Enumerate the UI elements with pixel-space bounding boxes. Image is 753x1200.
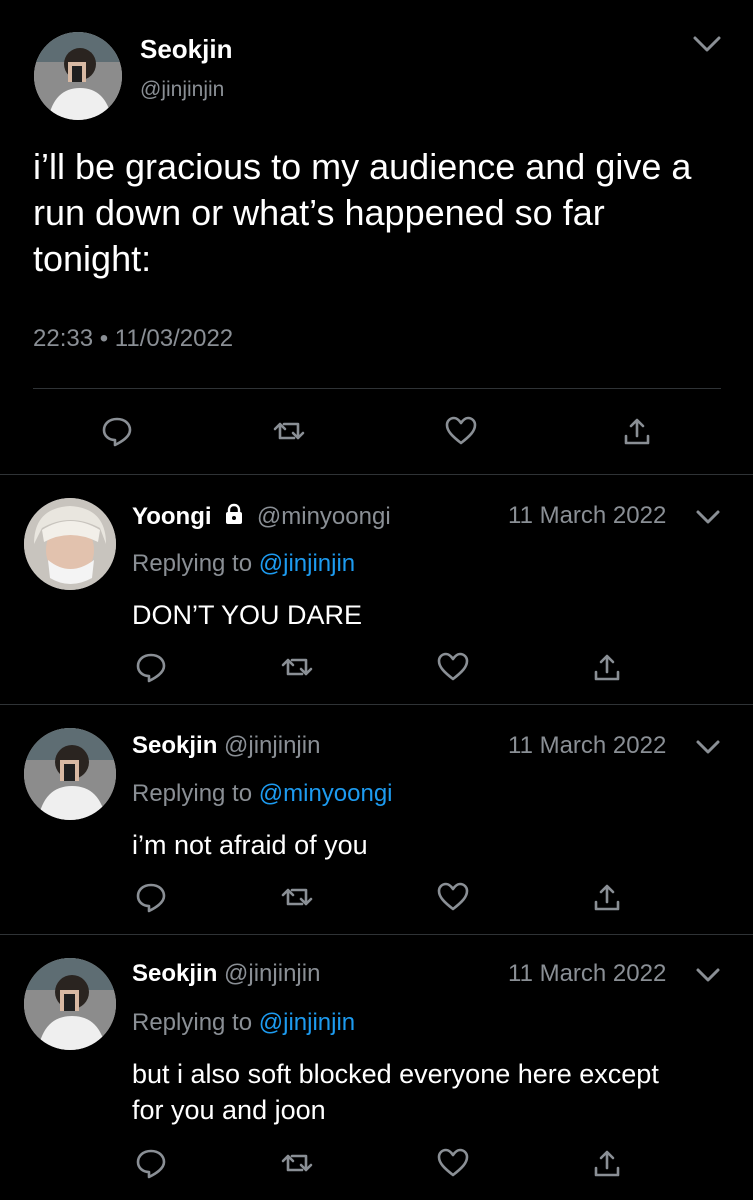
retweet-icon[interactable] [280, 880, 314, 914]
tweet-timestamp[interactable]: 22:33 • 11/03/2022 [33, 325, 233, 353]
reply-icon[interactable] [134, 880, 168, 914]
author-line: Yoongi @minyoongi [132, 502, 391, 533]
author-handle[interactable]: @minyoongi [257, 503, 391, 530]
author-handle[interactable]: @jinjinjin [224, 960, 320, 987]
tweet-date[interactable]: 11 March 2022 [508, 732, 666, 760]
author-line: Seokjin @jinjinjin [132, 732, 320, 760]
heart-icon[interactable] [436, 650, 470, 684]
author-name[interactable]: Yoongi [132, 503, 212, 530]
mention-link[interactable]: @jinjinjin [259, 1009, 355, 1036]
tweet-text: but i also soft blocked everyone here ex… [132, 1059, 659, 1125]
tweet-actions [100, 410, 660, 454]
chevron-down-icon[interactable] [695, 737, 721, 757]
tweet-date[interactable]: 11 March 2022 [508, 502, 666, 530]
lock-icon [222, 502, 246, 533]
heart-icon[interactable] [444, 414, 478, 448]
replying-prefix: Replying to [132, 1009, 253, 1036]
replying-to: Replying to @jinjinjin [132, 550, 355, 578]
retweet-icon[interactable] [280, 650, 314, 684]
replying-to: Replying to @jinjinjin [132, 1009, 355, 1037]
share-icon[interactable] [590, 880, 624, 914]
mention-link[interactable]: @jinjinjin [259, 550, 355, 577]
chevron-down-icon[interactable] [692, 32, 722, 56]
reply-icon[interactable] [100, 414, 134, 448]
retweet-icon[interactable] [280, 1146, 314, 1180]
heart-icon[interactable] [436, 880, 470, 914]
mention-link[interactable]: @minyoongi [259, 780, 393, 807]
divider [0, 704, 753, 705]
share-icon[interactable] [590, 1146, 624, 1180]
share-icon[interactable] [590, 650, 624, 684]
tweet-text: DON’T YOU DARE [132, 600, 363, 630]
retweet-icon[interactable] [272, 414, 306, 448]
divider [33, 388, 721, 389]
replying-prefix: Replying to [132, 780, 253, 807]
author-name[interactable]: Seokjin [132, 960, 217, 987]
avatar[interactable] [24, 958, 116, 1050]
author-name[interactable]: Seokjin [132, 732, 217, 759]
tweet-actions [132, 648, 632, 686]
tweet-actions [132, 878, 632, 916]
divider [0, 934, 753, 935]
author-line: Seokjin @jinjinjin [132, 960, 320, 988]
tweet-date[interactable]: 11 March 2022 [508, 960, 666, 988]
avatar[interactable] [24, 728, 116, 820]
avatar[interactable] [34, 32, 122, 120]
chevron-down-icon[interactable] [695, 507, 721, 527]
heart-icon[interactable] [436, 1146, 470, 1180]
avatar[interactable] [24, 498, 116, 590]
author-name[interactable]: Seokjin [140, 34, 232, 65]
reply-icon[interactable] [134, 1146, 168, 1180]
share-icon[interactable] [620, 414, 654, 448]
tweet-text: i’ll be gracious to my audience and give… [33, 146, 692, 279]
tweet-actions [132, 1144, 632, 1182]
author-handle[interactable]: @jinjinjin [224, 732, 320, 759]
divider [0, 474, 753, 475]
chevron-down-icon[interactable] [695, 965, 721, 985]
reply-icon[interactable] [134, 650, 168, 684]
replying-prefix: Replying to [132, 550, 253, 577]
replying-to: Replying to @minyoongi [132, 780, 393, 808]
tweet-text: i’m not afraid of you [132, 830, 368, 860]
author-handle[interactable]: @jinjinjin [140, 78, 224, 102]
